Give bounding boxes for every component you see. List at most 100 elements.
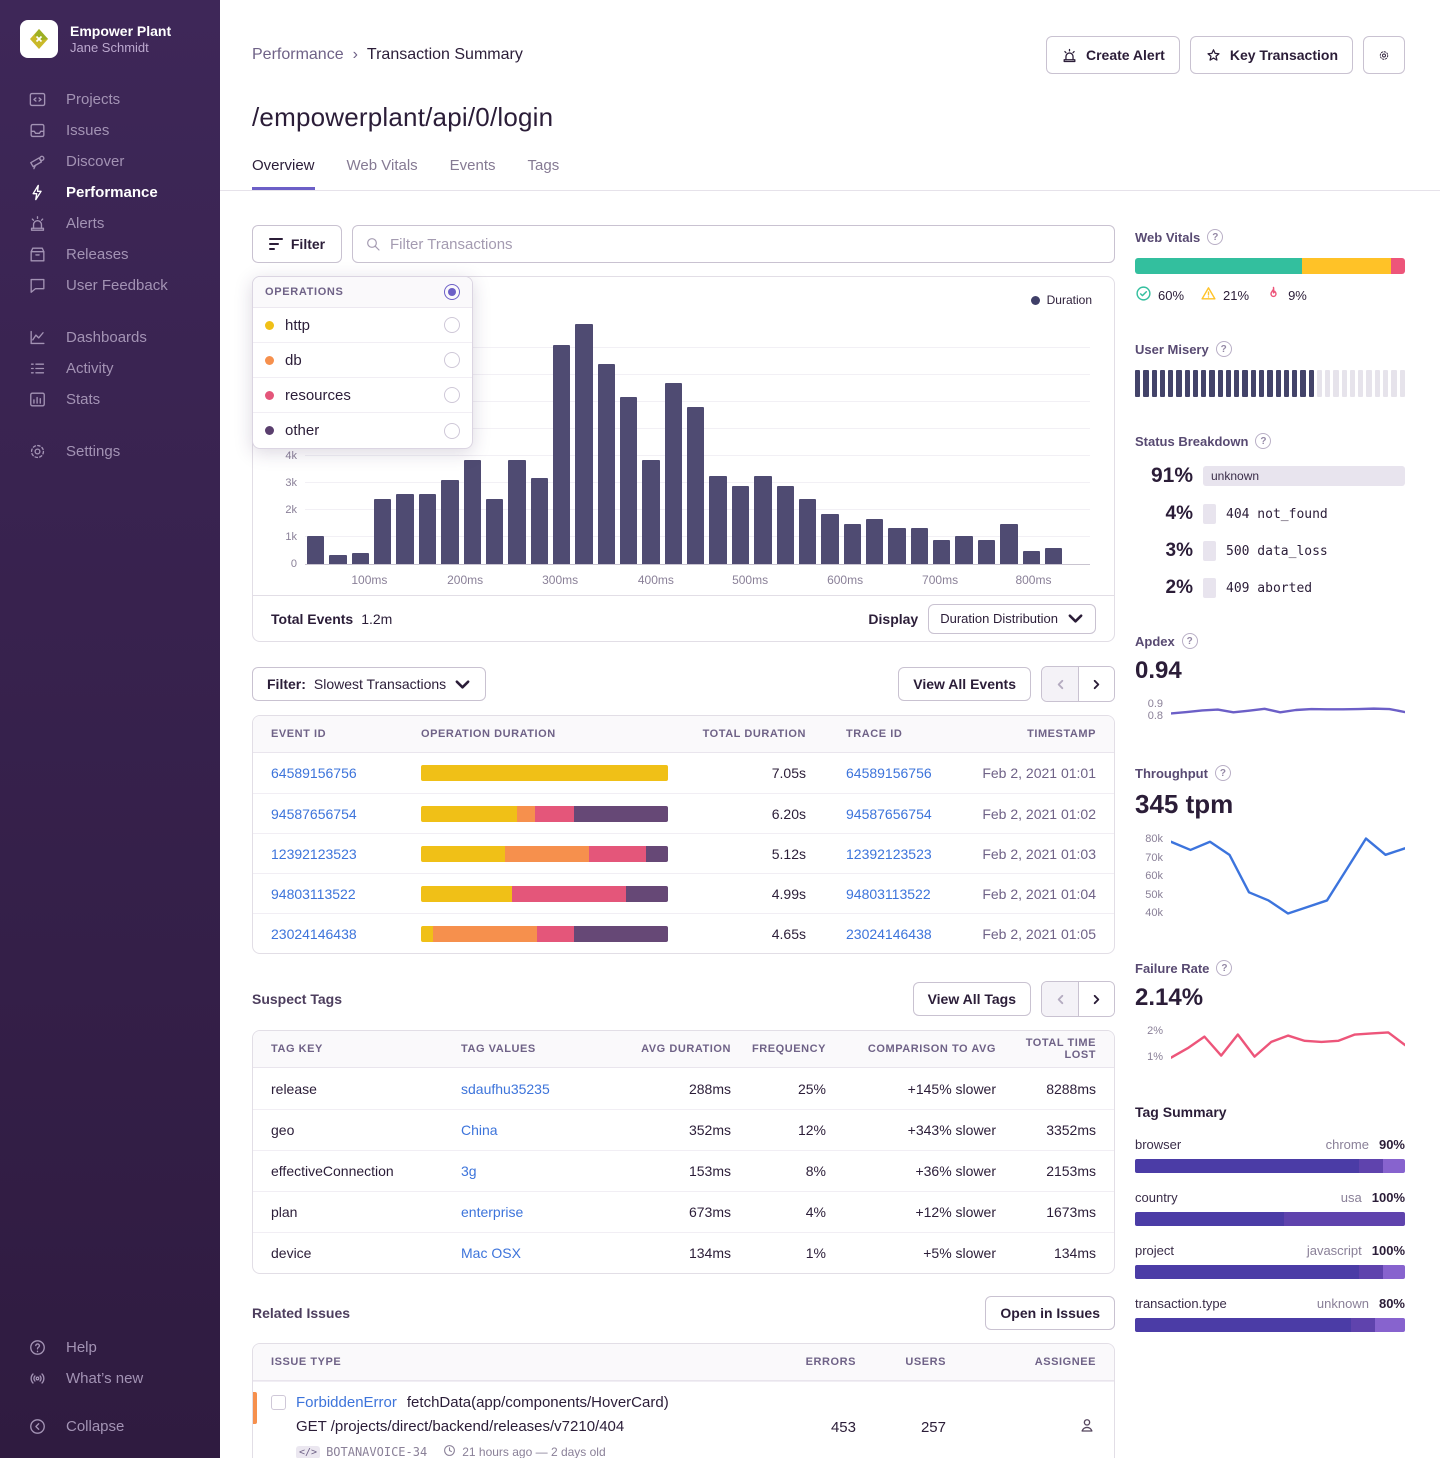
create-alert-button[interactable]: Create Alert bbox=[1046, 36, 1180, 74]
total-events-label: Total Events bbox=[271, 611, 353, 627]
event-id-link[interactable]: 94587656754 bbox=[271, 806, 357, 822]
search-input[interactable] bbox=[390, 236, 1102, 253]
operation-radio[interactable] bbox=[444, 352, 460, 368]
sidebar-collapse-button[interactable]: Collapse bbox=[0, 1411, 220, 1442]
sidebar-item-label: User Feedback bbox=[66, 277, 168, 294]
view-all-tags-button[interactable]: View All Tags bbox=[913, 982, 1031, 1016]
issue-type-link[interactable]: ForbiddenError bbox=[296, 1394, 397, 1411]
sidebar-item-performance[interactable]: Performance bbox=[0, 177, 220, 208]
sidebar-item-alerts[interactable]: Alerts bbox=[0, 208, 220, 239]
projects-icon bbox=[28, 90, 47, 109]
trace-id-link[interactable]: 94803113522 bbox=[846, 886, 931, 902]
help-question-icon[interactable]: ? bbox=[1255, 433, 1271, 449]
event-id-link[interactable]: 64589156756 bbox=[271, 765, 357, 781]
org-switcher[interactable]: Empower Plant Jane Schmidt bbox=[0, 20, 220, 58]
key-transaction-button[interactable]: Key Transaction bbox=[1190, 36, 1353, 74]
chevron-left-icon bbox=[1055, 679, 1066, 690]
web-vitals-stats: 60%21%9% bbox=[1135, 285, 1405, 305]
tag-value-link[interactable]: enterprise bbox=[461, 1204, 523, 1220]
events-prev-button[interactable] bbox=[1042, 667, 1078, 701]
issue-checkbox[interactable] bbox=[271, 1395, 286, 1410]
tab-events[interactable]: Events bbox=[450, 157, 496, 190]
events-next-button[interactable] bbox=[1078, 667, 1114, 701]
filter-button[interactable]: Filter bbox=[252, 225, 342, 263]
collapse-icon bbox=[28, 1417, 47, 1436]
tag-value-link[interactable]: sdaufhu35235 bbox=[461, 1081, 550, 1097]
status-bar: unknown bbox=[1203, 466, 1405, 486]
tag-summary-top-value: unknown bbox=[1317, 1296, 1369, 1311]
operation-option-resources[interactable]: resources bbox=[253, 378, 472, 413]
tag-summary-labels: projectjavascript100% bbox=[1135, 1243, 1405, 1258]
empower-plant-logo-icon bbox=[27, 27, 51, 51]
tag-summary-bar bbox=[1135, 1212, 1405, 1226]
operations-all-radio[interactable] bbox=[444, 284, 460, 300]
tag-key-cell: device bbox=[271, 1245, 461, 1261]
display-select[interactable]: Duration Distribution bbox=[928, 604, 1096, 634]
operation-option-http[interactable]: http bbox=[253, 308, 472, 343]
issue-row[interactable]: ForbiddenError fetchData(app/components/… bbox=[253, 1381, 1114, 1458]
sidebar-item-projects[interactable]: Projects bbox=[0, 84, 220, 115]
sidebar-item-issues[interactable]: Issues bbox=[0, 115, 220, 146]
sidebar-item-user-feedback[interactable]: User Feedback bbox=[0, 270, 220, 301]
total-time-lost-cell: 2153ms bbox=[996, 1163, 1096, 1179]
trace-id-link[interactable]: 23024146438 bbox=[846, 926, 932, 942]
trace-id-link[interactable]: 94587656754 bbox=[846, 806, 932, 822]
operation-option-db[interactable]: db bbox=[253, 343, 472, 378]
trace-id-link[interactable]: 12392123523 bbox=[846, 846, 932, 862]
operation-label: db bbox=[285, 352, 302, 369]
sidebar-footer: HelpWhat’s new Collapse bbox=[0, 1306, 220, 1442]
view-all-events-button[interactable]: View All Events bbox=[898, 667, 1031, 701]
histogram-bar bbox=[419, 494, 436, 564]
failure-rate-value: 2.14% bbox=[1135, 984, 1405, 1012]
help-question-icon[interactable]: ? bbox=[1215, 765, 1231, 781]
user-misery-title: User Misery bbox=[1135, 342, 1209, 357]
failure-rate-title: Failure Rate bbox=[1135, 961, 1209, 976]
misery-segment bbox=[1400, 370, 1405, 397]
sidebar-item-what-s-new[interactable]: What’s new bbox=[0, 1363, 220, 1394]
tag-key-cell: geo bbox=[271, 1122, 461, 1138]
sidebar-item-dashboards[interactable]: Dashboards bbox=[0, 322, 220, 353]
trace-id-link[interactable]: 64589156756 bbox=[846, 765, 932, 781]
tag-value-link[interactable]: Mac OSX bbox=[461, 1245, 521, 1261]
sidebar-item-discover[interactable]: Discover bbox=[0, 146, 220, 177]
sidebar-item-help[interactable]: Help bbox=[0, 1332, 220, 1363]
operation-radio[interactable] bbox=[444, 423, 460, 439]
open-in-issues-button[interactable]: Open in Issues bbox=[985, 1296, 1115, 1330]
events-filter-select[interactable]: Filter: Slowest Transactions bbox=[252, 667, 486, 701]
sidebar-item-stats[interactable]: Stats bbox=[0, 384, 220, 415]
help-question-icon[interactable]: ? bbox=[1216, 341, 1232, 357]
chart-legend[interactable]: Duration bbox=[1031, 293, 1092, 307]
project-badge: </> BOTANAVOICE-34 bbox=[296, 1445, 427, 1458]
operation-radio[interactable] bbox=[444, 387, 460, 403]
histogram-x-tick: 400ms bbox=[638, 573, 674, 587]
tab-web-vitals[interactable]: Web Vitals bbox=[347, 157, 418, 190]
help-question-icon[interactable]: ? bbox=[1216, 960, 1232, 976]
misery-segment bbox=[1317, 370, 1322, 397]
tags-prev-button[interactable] bbox=[1042, 982, 1078, 1016]
breadcrumb-performance[interactable]: Performance bbox=[252, 46, 344, 64]
web-vital-value: 21% bbox=[1223, 288, 1249, 303]
tag-value-link[interactable]: 3g bbox=[461, 1163, 477, 1179]
misery-segment bbox=[1193, 370, 1198, 397]
page-title: /empowerplant/api/0/login bbox=[220, 74, 1440, 133]
comparison-cell: +343% slower bbox=[826, 1122, 996, 1138]
tag-value-link[interactable]: China bbox=[461, 1122, 498, 1138]
tags-next-button[interactable] bbox=[1078, 982, 1114, 1016]
sidebar-item-releases[interactable]: Releases bbox=[0, 239, 220, 270]
operation-option-other[interactable]: other bbox=[253, 413, 472, 448]
help-question-icon[interactable]: ? bbox=[1207, 229, 1223, 245]
tab-tags[interactable]: Tags bbox=[528, 157, 560, 190]
help-question-icon[interactable]: ? bbox=[1182, 633, 1198, 649]
sidebar-item-settings[interactable]: Settings bbox=[0, 436, 220, 467]
event-id-link[interactable]: 12392123523 bbox=[271, 846, 357, 862]
misery-segment bbox=[1300, 370, 1305, 397]
settings-button[interactable] bbox=[1363, 36, 1405, 74]
total-duration-cell: 4.99s bbox=[676, 886, 806, 902]
operation-radio[interactable] bbox=[444, 317, 460, 333]
event-id-link[interactable]: 23024146438 bbox=[271, 926, 357, 942]
tag-summary-labels: transaction.typeunknown80% bbox=[1135, 1296, 1405, 1311]
assignee-icon[interactable] bbox=[946, 1416, 1096, 1439]
sidebar-item-activity[interactable]: Activity bbox=[0, 353, 220, 384]
tab-overview[interactable]: Overview bbox=[252, 157, 315, 190]
event-id-link[interactable]: 94803113522 bbox=[271, 886, 356, 902]
